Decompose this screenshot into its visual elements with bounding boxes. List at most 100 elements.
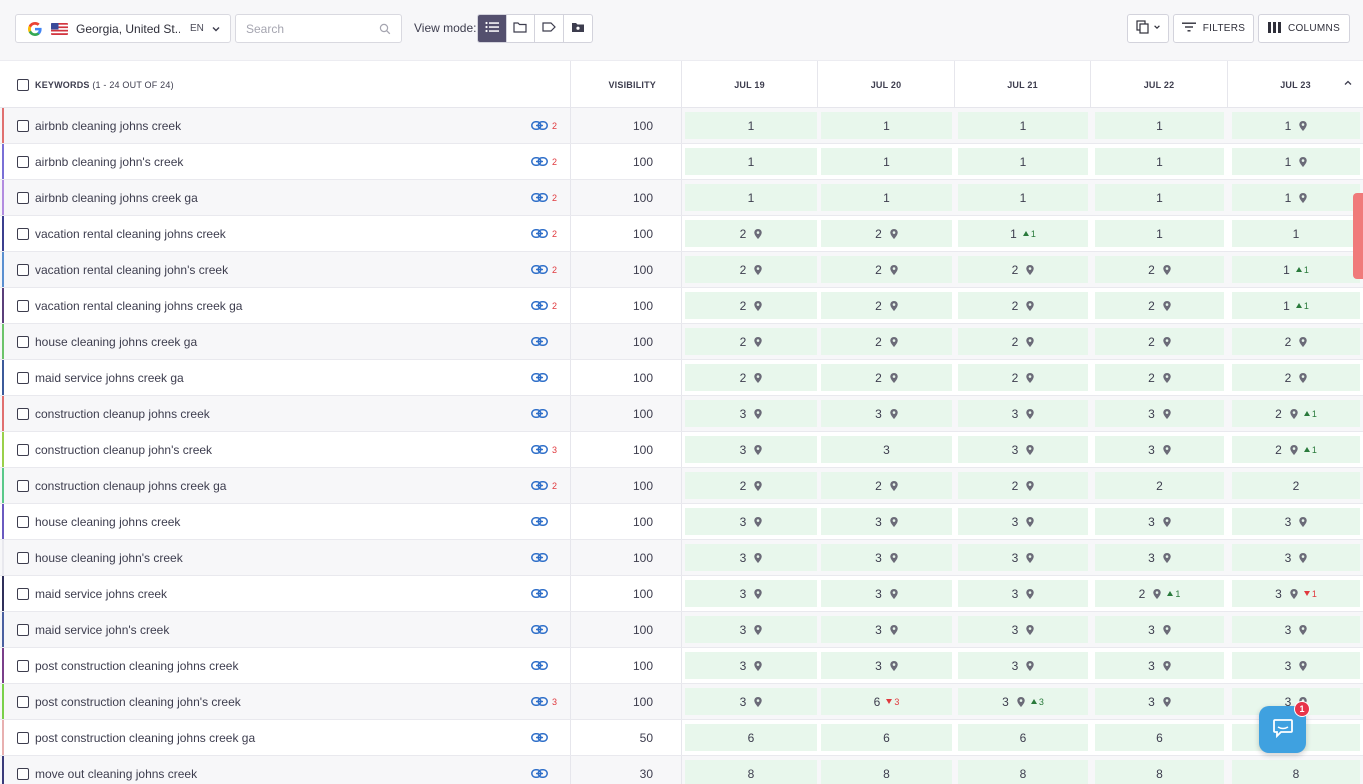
row-checkbox[interactable] [17,551,29,564]
search-input[interactable] [236,15,366,42]
url-links[interactable] [531,648,571,683]
rank-cell[interactable]: 1 [821,148,952,175]
rank-cell[interactable]: 21 [1232,400,1360,427]
url-links[interactable] [531,756,571,784]
row-checkbox[interactable] [17,155,29,168]
rank-cell[interactable]: 3 [685,616,817,643]
rank-cell[interactable]: 63 [821,688,952,715]
rank-cell[interactable]: 3 [958,400,1088,427]
folder-image-view-button[interactable] [564,15,593,42]
url-links[interactable] [531,360,571,395]
rank-cell[interactable]: 33 [958,688,1088,715]
keyword-text[interactable]: house cleaning john's creek [35,551,183,565]
rank-cell[interactable]: 2 [821,328,952,355]
row-checkbox[interactable] [17,407,29,420]
rank-cell[interactable]: 3 [958,436,1088,463]
rank-cell[interactable]: 6 [821,724,952,751]
row-checkbox[interactable] [17,119,29,132]
rank-cell[interactable]: 3 [958,544,1088,571]
rank-cell[interactable]: 8 [821,760,952,784]
url-links[interactable] [531,504,571,539]
url-links[interactable]: 2 [531,144,571,179]
url-links[interactable]: 2 [531,180,571,215]
url-links[interactable] [531,540,571,575]
rank-cell[interactable]: 31 [1232,580,1360,607]
date-header[interactable]: JUL 19 [682,61,818,108]
rank-cell[interactable]: 1 [821,184,952,211]
rank-cell[interactable]: 2 [1232,364,1360,391]
rank-cell[interactable]: 1 [821,112,952,139]
copy-menu-button[interactable] [1127,14,1169,43]
rank-cell[interactable]: 3 [821,580,952,607]
keyword-text[interactable]: airbnb cleaning johns creek [35,119,181,133]
rank-cell[interactable]: 2 [958,472,1088,499]
chevron-up-icon[interactable] [1343,77,1353,87]
row-checkbox[interactable] [17,335,29,348]
location-select[interactable]: Georgia, United St... EN [15,14,231,43]
rank-cell[interactable]: 21 [1232,436,1360,463]
row-checkbox[interactable] [17,227,29,240]
row-checkbox[interactable] [17,659,29,672]
rank-cell[interactable]: 8 [1095,760,1224,784]
rank-cell[interactable]: 2 [685,292,817,319]
rank-cell[interactable]: 1 [1232,184,1360,211]
filters-button[interactable]: FILTERS [1173,14,1254,43]
visibility-header[interactable]: VISIBILITY [571,61,682,108]
rank-cell[interactable]: 1 [958,148,1088,175]
keyword-text[interactable]: vacation rental cleaning john's creek [35,263,228,277]
select-all-checkbox[interactable] [17,78,29,91]
rank-cell[interactable]: 3 [1095,652,1224,679]
rank-cell[interactable]: 3 [685,580,817,607]
row-checkbox[interactable] [17,731,29,744]
rank-cell[interactable]: 3 [1095,508,1224,535]
url-links[interactable]: 3 [531,684,571,719]
list-view-button[interactable] [478,15,507,42]
row-checkbox[interactable] [17,371,29,384]
url-links[interactable] [531,324,571,359]
rank-cell[interactable]: 3 [958,508,1088,535]
row-checkbox[interactable] [17,263,29,276]
rank-cell[interactable]: 2 [685,472,817,499]
rank-cell[interactable]: 2 [821,292,952,319]
url-links[interactable]: 3 [531,432,571,467]
rank-cell[interactable]: 2 [1232,472,1360,499]
rank-cell[interactable]: 2 [821,472,952,499]
rank-cell[interactable]: 1 [685,112,817,139]
rank-cell[interactable]: 21 [1095,580,1224,607]
rank-cell[interactable]: 2 [1095,256,1224,283]
keyword-text[interactable]: post construction cleaning johns creek g… [35,731,255,745]
url-links[interactable]: 2 [531,216,571,251]
rank-cell[interactable]: 2 [685,364,817,391]
rank-cell[interactable]: 1 [685,184,817,211]
keyword-text[interactable]: house cleaning johns creek ga [35,335,197,349]
rank-cell[interactable]: 2 [1095,328,1224,355]
rank-cell[interactable]: 1 [1232,220,1360,247]
url-links[interactable]: 2 [531,108,571,143]
rank-cell[interactable]: 2 [821,364,952,391]
rank-cell[interactable]: 3 [821,616,952,643]
keyword-text[interactable]: construction cleanup johns creek [35,407,210,421]
keyword-text[interactable]: house cleaning johns creek [35,515,180,529]
rank-cell[interactable]: 3 [685,652,817,679]
rank-cell[interactable]: 11 [1232,256,1360,283]
rank-cell[interactable]: 3 [958,580,1088,607]
row-checkbox[interactable] [17,443,29,456]
rank-cell[interactable]: 3 [821,508,952,535]
keyword-text[interactable]: construction clenaup johns creek ga [35,479,226,493]
rank-cell[interactable]: 8 [958,760,1088,784]
row-checkbox[interactable] [17,767,29,780]
rank-cell[interactable]: 6 [685,724,817,751]
columns-button[interactable]: COLUMNS [1258,14,1350,43]
row-checkbox[interactable] [17,191,29,204]
keyword-text[interactable]: post construction cleaning johns creek [35,659,238,673]
rank-cell[interactable]: 2 [1232,328,1360,355]
rank-cell[interactable]: 2 [685,220,817,247]
rank-cell[interactable]: 11 [958,220,1088,247]
rank-cell[interactable]: 1 [1095,220,1224,247]
rank-cell[interactable]: 3 [1232,508,1360,535]
rank-cell[interactable]: 2 [958,364,1088,391]
keyword-text[interactable]: move out cleaning johns creek [35,767,197,781]
keyword-text[interactable]: post construction cleaning john's creek [35,695,241,709]
url-links[interactable]: 2 [531,288,571,323]
rank-cell[interactable]: 2 [958,292,1088,319]
